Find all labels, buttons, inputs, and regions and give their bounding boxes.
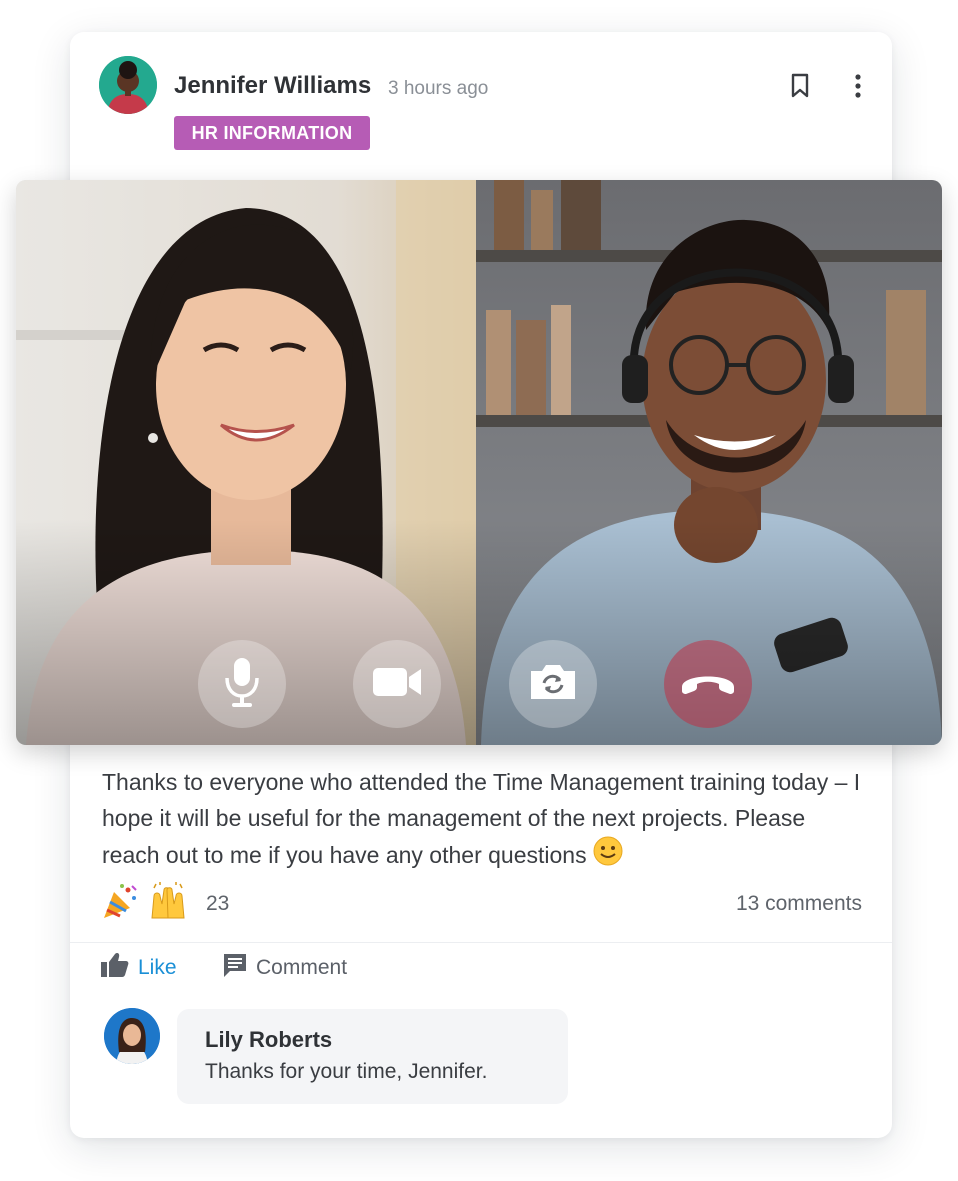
more-vertical-icon[interactable] xyxy=(846,72,870,100)
raising-hands-emoji xyxy=(148,881,188,927)
comment-icon xyxy=(222,952,248,984)
post-text: Thanks to everyone who attended the Time… xyxy=(102,769,861,868)
like-label: Like xyxy=(138,956,177,979)
switch-camera-icon xyxy=(527,661,579,708)
commenter-avatar[interactable] xyxy=(104,1008,160,1064)
microphone-icon xyxy=(222,656,262,713)
actions-divider xyxy=(70,942,892,943)
post-timestamp: 3 hours ago xyxy=(388,78,489,99)
switch-camera-button[interactable] xyxy=(509,640,597,728)
post-body: Thanks to everyone who attended the Time… xyxy=(102,764,862,876)
like-button[interactable]: Like xyxy=(100,950,177,986)
comment-button[interactable]: Comment xyxy=(222,950,347,986)
end-call-button[interactable] xyxy=(664,640,752,728)
video-camera-icon xyxy=(371,664,423,705)
party-popper-emoji xyxy=(100,882,140,927)
comments-count-link[interactable]: 13 comments xyxy=(736,892,862,916)
comment-text: Thanks for your time, Jennifer. xyxy=(205,1060,488,1083)
author-avatar[interactable] xyxy=(99,56,157,114)
commenter-name[interactable]: Lily Roberts xyxy=(205,1027,332,1053)
video-call-image xyxy=(16,180,942,745)
end-call-icon xyxy=(678,667,738,702)
comment-label: Comment xyxy=(256,956,348,979)
post-stage: Jennifer Williams 3 hours ago HR INFORMA… xyxy=(0,0,958,1181)
microphone-button[interactable] xyxy=(198,640,286,728)
bookmark-icon[interactable] xyxy=(788,72,812,100)
thumbs-up-icon xyxy=(100,952,130,984)
camera-button[interactable] xyxy=(353,640,441,728)
reactions-summary[interactable]: 23 xyxy=(100,881,230,927)
comment-bubble xyxy=(177,1009,568,1104)
reaction-count: 23 xyxy=(206,892,230,915)
smiling-face-emoji xyxy=(593,836,623,876)
category-tag[interactable]: HR INFORMATION xyxy=(174,116,370,150)
author-name[interactable]: Jennifer Williams xyxy=(174,72,371,100)
